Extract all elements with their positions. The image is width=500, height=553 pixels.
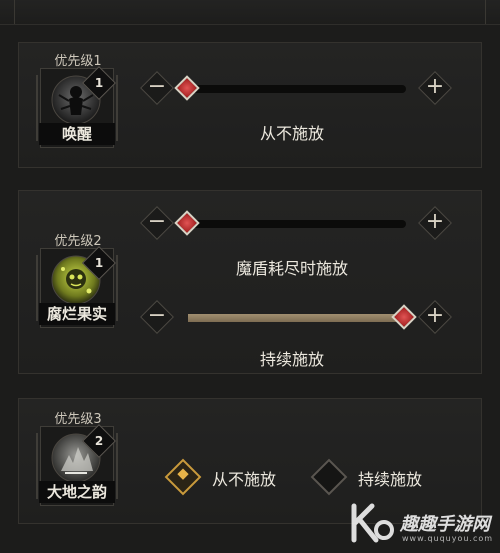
priority-label: 优先级2 (54, 234, 102, 249)
minus-icon: − (147, 209, 167, 234)
skill-frame[interactable]: 2 大地之韵 (36, 424, 118, 506)
minus-icon: − (147, 74, 167, 99)
cast-slider-track[interactable] (174, 75, 406, 101)
decrease-button[interactable]: − (140, 206, 174, 240)
skill-name: 大地之韵 (39, 481, 115, 503)
cast-slider-track[interactable] (188, 304, 417, 330)
decrease-button[interactable]: − (140, 300, 174, 334)
decrease-button[interactable]: − (140, 71, 174, 105)
site-watermark: 趣趣手游网 www.ququyou.com (346, 500, 496, 550)
cast-mode-label: 持续施放 (259, 350, 324, 369)
option-label: 从不施放 (212, 470, 277, 489)
priority-label: 优先级1 (54, 54, 102, 69)
skill-name: 腐烂果实 (39, 303, 115, 325)
watermark-url: www.ququyou.com (402, 534, 494, 543)
skill-frame[interactable]: 1 唤醒 (36, 66, 118, 148)
increase-button[interactable]: + (418, 300, 452, 334)
window-top-frame (0, 0, 500, 25)
minus-icon: − (147, 303, 167, 328)
slider-fill (188, 314, 406, 322)
watermark-text: 趣趣手游网 (400, 514, 490, 535)
cast-mode-label: 魔盾耗尽时施放 (235, 259, 348, 278)
plus-icon: + (425, 303, 445, 328)
increase-button[interactable]: + (418, 71, 452, 105)
skill-frame[interactable]: 1 腐烂果实 (36, 246, 118, 328)
plus-icon: + (425, 74, 445, 99)
cast-mode-label: 从不施放 (259, 124, 324, 143)
kq-logo-icon (351, 503, 394, 543)
option-label: 持续施放 (358, 470, 423, 489)
skill-name: 唤醒 (39, 123, 115, 145)
plus-icon: + (425, 209, 445, 234)
increase-button[interactable]: + (418, 206, 452, 240)
priority-label: 优先级3 (54, 412, 102, 427)
cast-slider-track[interactable] (174, 210, 406, 236)
